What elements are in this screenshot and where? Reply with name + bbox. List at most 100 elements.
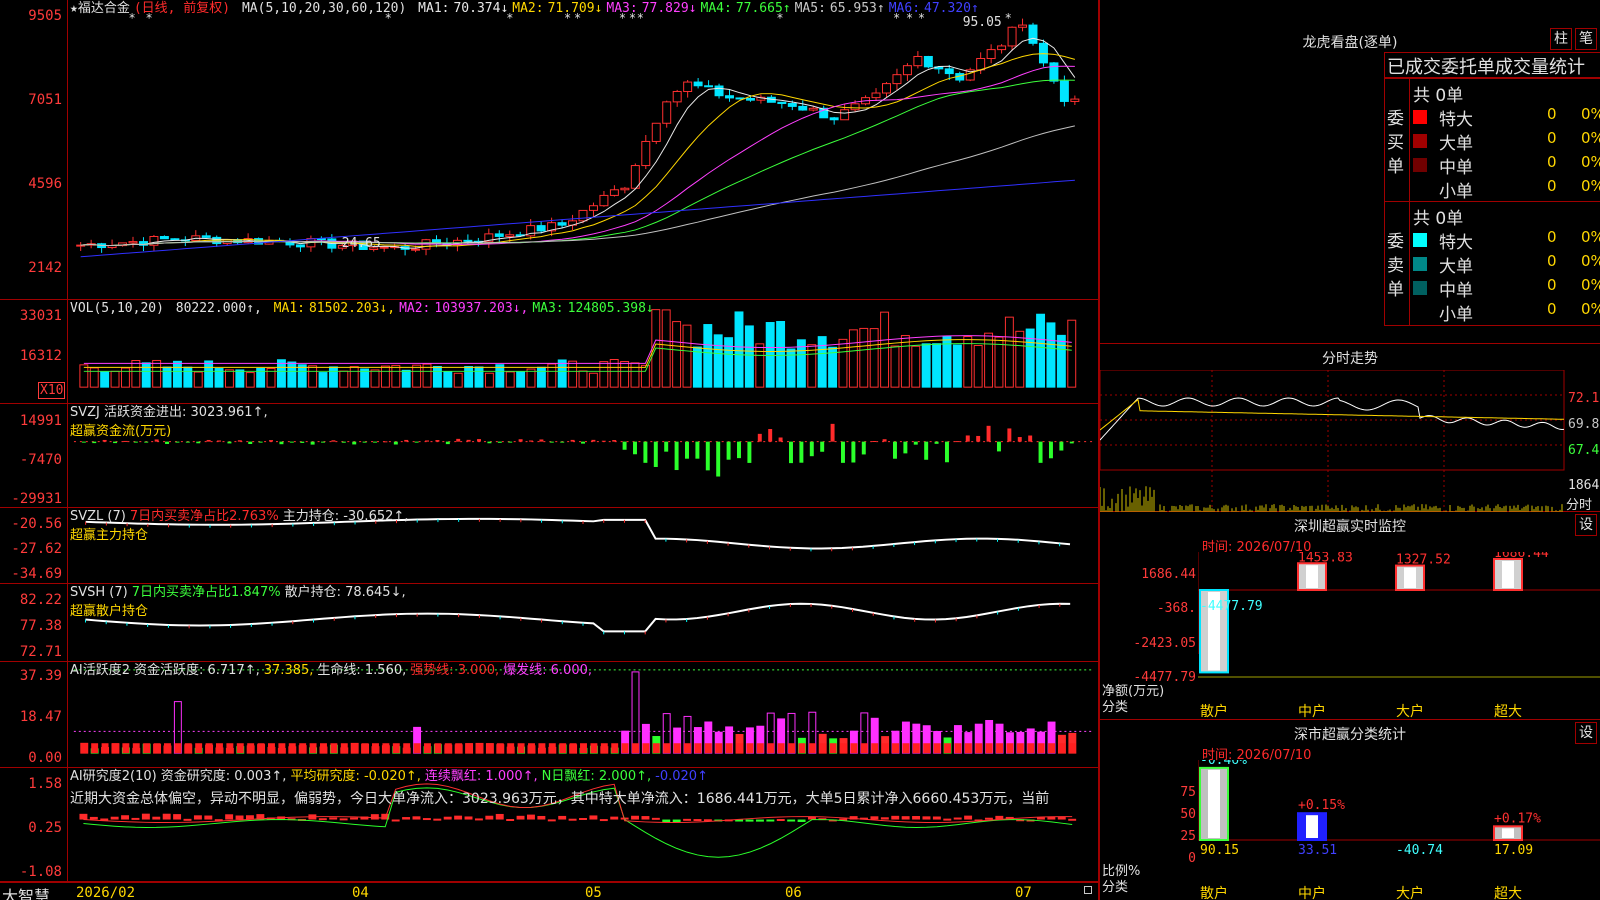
flow-bar [425,440,429,442]
vol-ma-value: 81502.203↓, [308,301,396,316]
lhb-tabs[interactable]: 已成交委托单成交量统计 [1384,52,1600,78]
volume-pane[interactable]: 33031 16312 X10 VOL(5,10,20) 80222.000↑,… [0,300,1098,404]
vol-ma-label: MA3: [532,301,564,316]
order-row: 大单 0 0% [1413,129,1600,154]
volume-bar [630,362,640,388]
research-bar [350,817,358,820]
kline-pane[interactable]: 9505 7051 4596 2142 ★福达合金 (日线, 前复权) MA(5,… [0,0,1098,300]
order-size-label: 小单 [1439,305,1473,325]
volume-bar [765,322,775,388]
sz-class-panel[interactable]: 深市超赢分类统计 设 时间: 2026/07/10 75 50 25 0 比例%… [1100,720,1600,900]
research-bar [412,816,421,820]
ai-active-burst: 爆发线: 6.000, [503,663,593,678]
volume-bar [370,369,380,388]
active-base-bar [195,743,203,754]
active-base-bar [320,743,327,754]
lhb-panel[interactable]: 龙虎看盘(逐单) 柱 笔 已成交委托单成交量统计 委买单 共 0单 特大00%大… [1100,0,1600,344]
flow-bar [248,441,253,444]
svzl-pane[interactable]: -20.56 -27.62 -34.69 SVZL (7) 7日内买卖净占比2.7… [0,508,1098,584]
active-base-bar [111,743,119,754]
active-base-bar [600,743,608,754]
candle [704,85,714,88]
category-bar-highlight [1306,815,1318,838]
lock-icon[interactable] [1084,886,1092,894]
date-tick: 07 [1015,885,1032,900]
research-bar [776,819,785,822]
bar-value-label: +0.17% [1494,811,1541,826]
candle [850,103,860,111]
ai-research-avg: 平均研究度: -0.020↑, [290,769,421,784]
order-count: 0 [1547,105,1557,123]
candle [599,194,609,207]
flow-bar [924,441,929,460]
flow-bar [518,439,523,442]
active-base-bar [944,743,951,754]
tick-mode-button[interactable]: 笔 [1575,28,1597,50]
sz-class-chart[interactable]: -0.46% 90.15 散户 +0.15% 33.51 中户 -40.74 大户 +0.17%… [1198,760,1600,900]
candle [882,83,891,94]
svzj-y-axis: 14991 -7470 -29931 [0,404,68,507]
research-bar [932,816,941,820]
volume-bar [807,344,817,388]
flow-bar [695,441,700,459]
flow-bar [331,440,336,442]
candle [997,45,1007,51]
sz-monitor-settings-button[interactable]: 设 [1575,514,1597,536]
active-base-bar [455,743,463,754]
order-percent: 0% [1581,129,1600,147]
candle [871,92,881,99]
color-swatch [1413,158,1427,172]
research-bar [901,816,910,820]
volume-bar [817,336,827,388]
flow-bar [882,439,887,442]
ai-research-y-axis: 1.58 0.25 -1.08 [0,768,68,881]
sz-monitor-chart[interactable]: -4477.79 散户 1453.83 中户 1327.52 大户 1686.44 超大 [1198,552,1600,718]
flow-bar [612,440,617,442]
bar-mode-button[interactable]: 柱 [1550,28,1572,50]
candlestick-chart[interactable]: 95.0524.65* * * * * * * * * * * * * * [69,0,1098,299]
flow-bar [768,429,773,442]
flow-bar [445,441,450,445]
flow-bar [1017,437,1022,442]
period-label[interactable]: (日线, 前复权) [134,1,230,16]
candle [170,238,180,241]
research-bar [89,816,98,820]
ai-active-strong: 强势线: 3.000, [410,663,500,678]
flow-bar [279,441,284,445]
flow-bar [289,441,294,443]
active-base-bar [528,743,535,754]
intraday-chart[interactable] [1100,370,1565,512]
volume-bar [900,335,910,388]
svzj-pane[interactable]: 14991 -7470 -29931 SVZJ 活跃资金进出: 3023.961… [0,404,1098,508]
flow-bar [664,441,669,452]
stock-name[interactable]: ★福达合金 [70,1,130,16]
volume-bar [193,371,203,388]
flow-bar [1069,441,1074,444]
active-base-bar [871,743,879,754]
active-base-bar [226,743,234,754]
intraday-panel[interactable]: 分时走势 72.10 69.82 67.48 1864 分时 [1100,344,1600,513]
svsh-pane[interactable]: 82.22 77.38 72.71 SVSH (7) 7日内买卖净占比1.847%… [0,584,1098,662]
active-base-bar [798,743,806,754]
candle [798,105,808,111]
order-percent: 0% [1581,177,1600,195]
volume-bar [318,372,328,388]
sz-class-settings-button[interactable]: 设 [1575,722,1597,744]
svsh-name: SVSH (7) [70,585,128,600]
active-base-bar [403,743,411,754]
category-label: 散户 [1200,703,1228,718]
order-row: 特大 0 0% [1413,228,1600,253]
flow-bar [799,441,804,463]
ai-research-pane[interactable]: 1.58 0.25 -1.08 AI研究度2(10) 资金研究度: 0.003↑,… [0,768,1098,882]
candle [557,222,567,226]
ai-research-chart[interactable] [69,768,1098,881]
research-bar [141,813,150,820]
bar-value-label: 1453.83 [1298,552,1353,565]
flow-bar [955,441,960,443]
ai-active-pane[interactable]: 37.39 18.47 0.00 AI活跃度2 资金活跃度: 6.717↑, 37.… [0,662,1098,768]
volume-bar [432,365,442,388]
volume-bar [838,338,848,388]
research-bar [506,819,515,821]
flow-bar [872,441,877,443]
sz-monitor-panel[interactable]: 深圳超赢实时监控 设 时间: 2026/07/10 1686.44 -368. … [1100,512,1600,720]
